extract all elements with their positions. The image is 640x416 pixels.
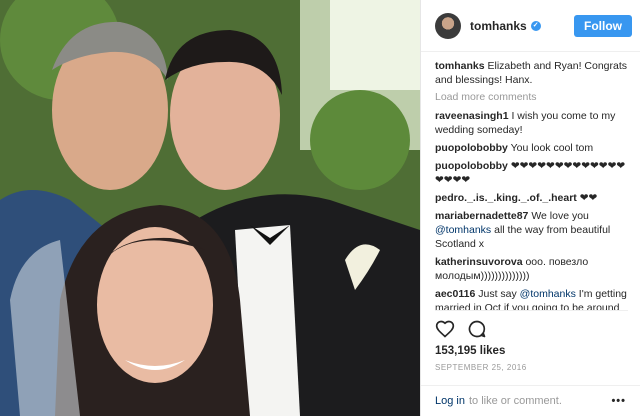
post-sidebar: tomhanks ✓ Follow tomhanks Elizabeth and … <box>420 0 640 416</box>
comment-text: ❤❤ <box>579 192 598 204</box>
comment-item: mariabernadette87 We love you @tomhanks … <box>435 209 628 251</box>
load-more-comments[interactable]: Load more comments <box>435 91 628 103</box>
comment-mention[interactable]: @tomhanks <box>435 224 491 236</box>
comment-user[interactable]: pedro._.is._.king._.of._.heart <box>435 192 577 204</box>
comment-user[interactable]: aec0116 <box>435 288 475 300</box>
comment-icon[interactable] <box>467 319 487 339</box>
comment-user[interactable]: puopolobobby <box>435 160 508 172</box>
instagram-post: tomhanks ✓ Follow tomhanks Elizabeth and … <box>0 0 640 416</box>
follow-button[interactable]: Follow <box>574 14 632 37</box>
verified-badge-icon: ✓ <box>530 21 541 32</box>
login-link[interactable]: Log in <box>435 395 465 407</box>
comment-user[interactable]: katherinsuvorova <box>435 256 523 268</box>
heart-icon[interactable] <box>435 319 455 339</box>
login-bar: Log in to like or comment. ••• <box>421 385 640 416</box>
more-options-icon[interactable]: ••• <box>611 395 626 407</box>
comment-item: katherinsuvorova ооо. повезло молодым)))… <box>435 255 628 283</box>
comment-user[interactable]: raveenasingh1 <box>435 110 509 122</box>
comment-item: aec0116 Just say @tomhanks I'm getting m… <box>435 287 628 310</box>
username[interactable]: tomhanks ✓ <box>470 19 541 33</box>
username-text[interactable]: tomhanks <box>470 19 527 33</box>
post-header: tomhanks ✓ Follow <box>421 0 640 52</box>
post-date[interactable]: SEPTEMBER 25, 2016 <box>435 363 626 372</box>
comment-item: puopolobobby ❤❤❤❤❤❤❤❤❤❤❤❤❤❤❤❤❤ <box>435 159 628 187</box>
login-text: to like or comment. <box>468 395 562 407</box>
caption-user[interactable]: tomhanks <box>435 60 485 72</box>
comment-item: puopolobobby You look cool tom <box>435 141 628 155</box>
comment-user[interactable]: puopolobobby <box>435 142 508 154</box>
comment-user[interactable]: mariabernadette87 <box>435 210 528 222</box>
wedding-selfie-image <box>0 0 420 416</box>
comment-item: pedro._.is._.king._.of._.heart ❤❤ <box>435 191 628 205</box>
likes-count[interactable]: 153,195 likes <box>435 345 626 357</box>
comment-item: raveenasingh1 I wish you come to my wedd… <box>435 109 628 137</box>
caption: tomhanks Elizabeth and Ryan! Congrats an… <box>435 59 628 87</box>
comment-mention[interactable]: @tomhanks <box>520 288 576 300</box>
comment-text: We love you <box>531 210 589 222</box>
avatar[interactable] <box>435 12 461 39</box>
post-photo[interactable] <box>0 0 420 416</box>
post-actions <box>435 310 628 341</box>
comment-text: Just say <box>478 288 517 300</box>
comments-list: tomhanks Elizabeth and Ryan! Congrats an… <box>421 52 640 310</box>
comment-text: You look cool tom <box>510 142 594 154</box>
